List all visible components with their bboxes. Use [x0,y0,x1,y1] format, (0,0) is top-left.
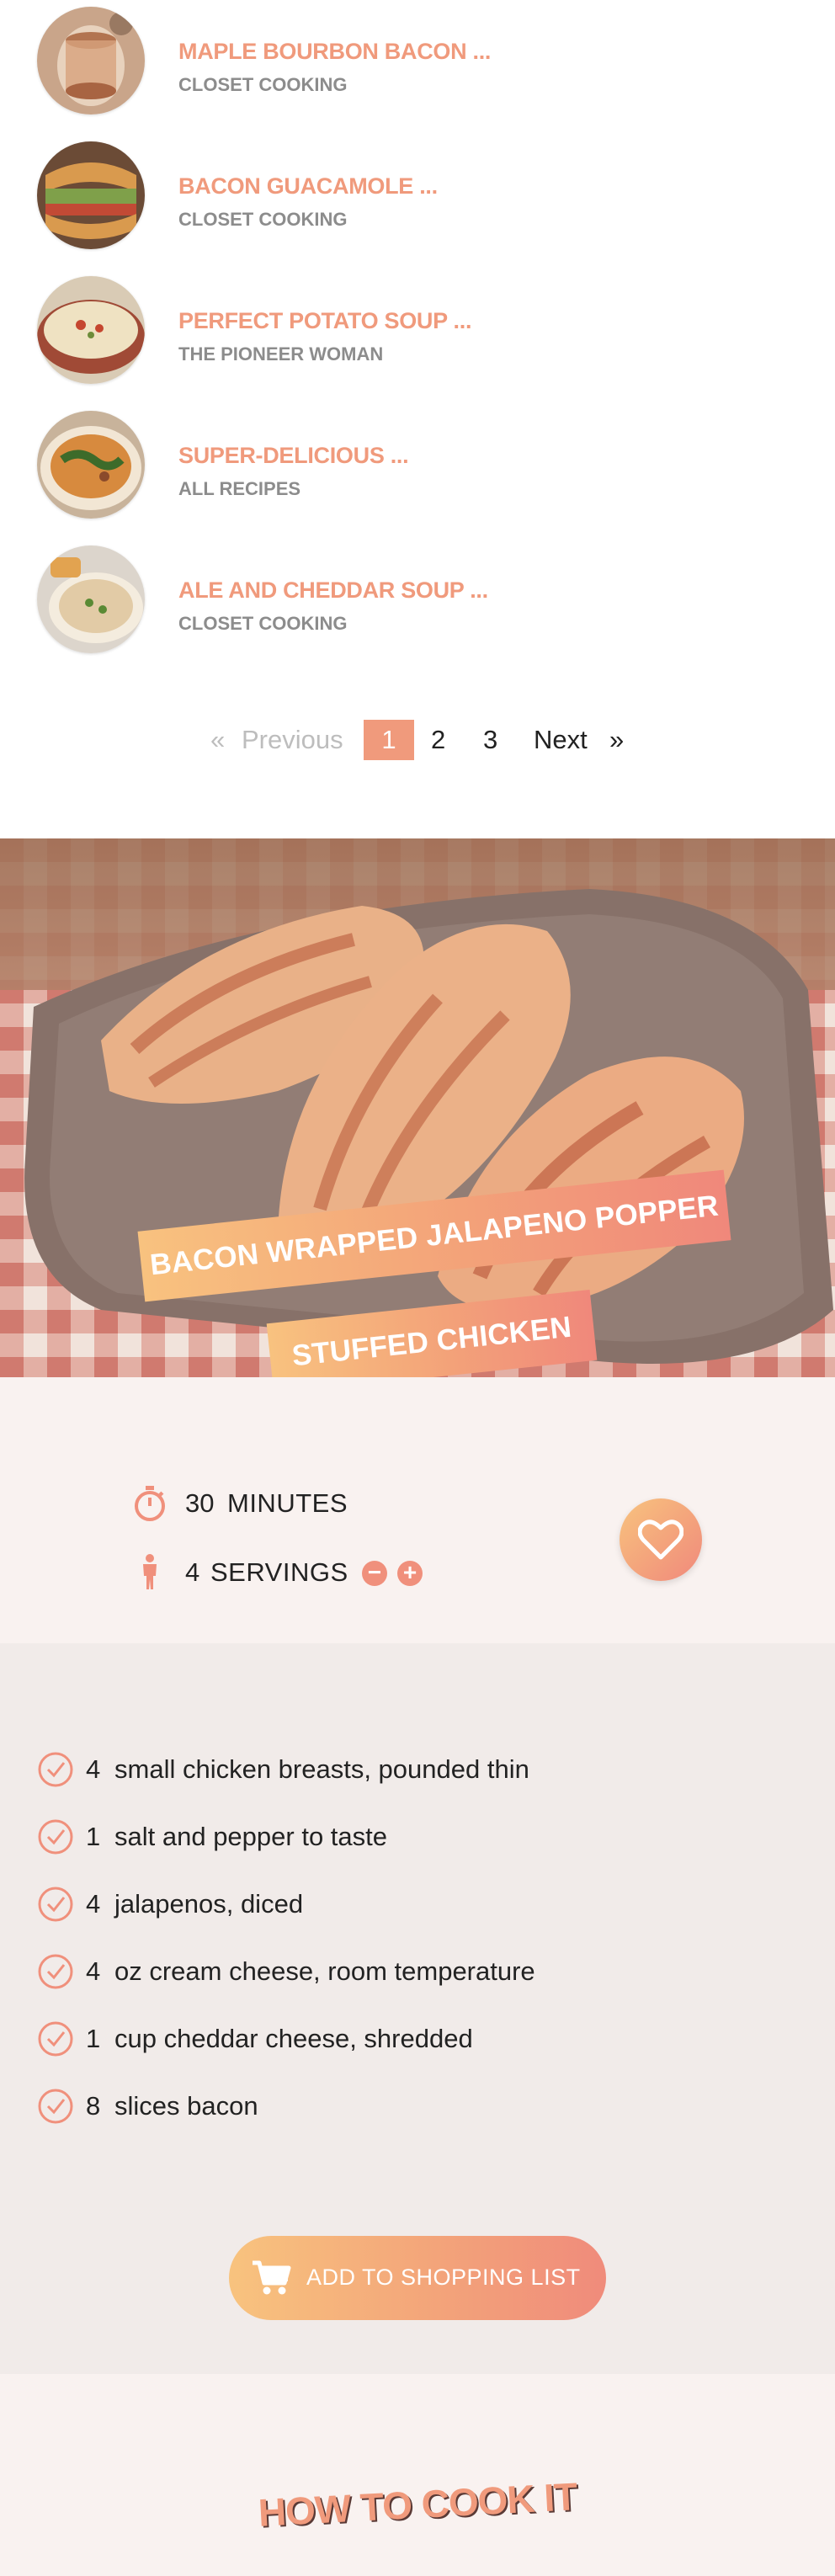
add-to-shopping-list-label: ADD TO SHOPPING LIST [306,2265,581,2290]
favorite-button[interactable] [620,1498,702,1581]
page-link-3[interactable]: 3 [483,720,497,760]
page-link-current[interactable]: 1 [364,720,414,760]
decrease-servings-button[interactable]: − [362,1561,387,1586]
recipe-item[interactable]: BACON GUACAMOLE ... CLOSET COOKING [37,141,795,251]
check-circle-icon[interactable] [37,1953,74,1994]
recipe-item[interactable]: PERFECT POTATO SOUP ... THE PIONEER WOMA… [37,276,795,386]
recipe-source: CLOSET COOKING [178,613,348,634]
ingredient-text: cup cheddar cheese, shredded [114,2024,473,2053]
previous-page-link: Previous [242,725,343,754]
ingredient-item[interactable]: 4 jalapenos, diced [37,1886,795,1923]
ingredient-item[interactable]: 8 slices bacon [37,2088,795,2125]
next-page-link[interactable]: Next [534,720,588,760]
recipe-thumbnail[interactable] [37,546,145,653]
ingredient-quantity: 1 [86,1822,101,1851]
increase-servings-button[interactable]: + [397,1561,423,1586]
recipe-title[interactable]: MAPLE BOURBON BACON ... [178,39,491,65]
check-circle-icon[interactable] [37,1886,74,1927]
ingredient-text: oz cream cheese, room temperature [114,1956,535,1986]
recipe-title[interactable]: SUPER-DELICIOUS ... [178,443,409,469]
heart-icon [638,1520,683,1560]
recipe-hero-image [0,838,835,1377]
recipe-thumbnail[interactable] [37,7,145,114]
servings-unit: SERVINGS [210,1557,348,1587]
recipe-title[interactable]: ALE AND CHEDDAR SOUP ... [178,577,488,604]
check-circle-icon[interactable] [37,2088,74,2129]
ingredient-text: small chicken breasts, pounded thin [114,1754,529,1784]
check-circle-icon[interactable] [37,2020,74,2062]
recipe-thumbnail[interactable] [37,276,145,384]
recipe-meta: 30 MINUTES 4 SERVINGS − + [0,1377,835,1643]
pagination: « Previous 1 2 3 Next » [0,720,835,762]
person-icon [133,1554,167,1595]
recipe-source: CLOSET COOKING [178,74,348,95]
recipe-source: THE PIONEER WOMAN [178,343,384,365]
add-to-shopping-list-button[interactable]: ADD TO SHOPPING LIST [229,2236,606,2320]
recipe-item[interactable]: SUPER-DELICIOUS ... ALL RECIPES [37,411,795,520]
stopwatch-icon [133,1485,167,1526]
page-link-2[interactable]: 2 [431,720,445,760]
previous-arrow-icon: « [210,725,226,754]
ingredient-quantity: 1 [86,2024,101,2053]
recipe-item[interactable]: ALE AND CHEDDAR SOUP ... CLOSET COOKING [37,546,795,655]
how-to-section: HOW TO COOK IT [0,2374,835,2576]
next-arrow-icon[interactable]: » [609,720,624,760]
ingredient-text: slices bacon [114,2091,258,2121]
ingredient-quantity: 4 [86,1956,101,1986]
ingredient-quantity: 4 [86,1754,101,1784]
recipe-thumbnail[interactable] [37,141,145,249]
ingredient-text: salt and pepper to taste [114,1822,388,1851]
check-circle-icon[interactable] [37,1751,74,1792]
how-to-title: HOW TO COOK IT [257,2474,578,2535]
cook-time-unit: MINUTES [227,1488,348,1518]
recipe-source: ALL RECIPES [178,478,301,499]
check-circle-icon[interactable] [37,1818,74,1860]
recipe-thumbnail[interactable] [37,411,145,519]
servings-value: 4 [185,1557,200,1587]
cook-time-value: 30 [185,1488,215,1518]
recipe-source: CLOSET COOKING [178,209,348,230]
recipe-title[interactable]: PERFECT POTATO SOUP ... [178,308,471,334]
related-recipes-list: MAPLE BOURBON BACON ... CLOSET COOKING B… [0,0,835,825]
ingredient-quantity: 4 [86,1889,101,1919]
ingredient-quantity: 8 [86,2091,101,2121]
ingredient-item[interactable]: 4 small chicken breasts, pounded thin [37,1751,795,1788]
recipe-item[interactable]: MAPLE BOURBON BACON ... CLOSET COOKING [37,7,795,116]
recipe-title[interactable]: BACON GUACAMOLE ... [178,173,438,200]
ingredient-item[interactable]: 1 cup cheddar cheese, shredded [37,2020,795,2057]
ingredient-item[interactable]: 4 oz cream cheese, room temperature [37,1953,795,1990]
ingredient-text: jalapenos, diced [114,1889,304,1919]
ingredient-item[interactable]: 1 salt and pepper to taste [37,1818,795,1855]
cart-icon [253,2260,291,2295]
